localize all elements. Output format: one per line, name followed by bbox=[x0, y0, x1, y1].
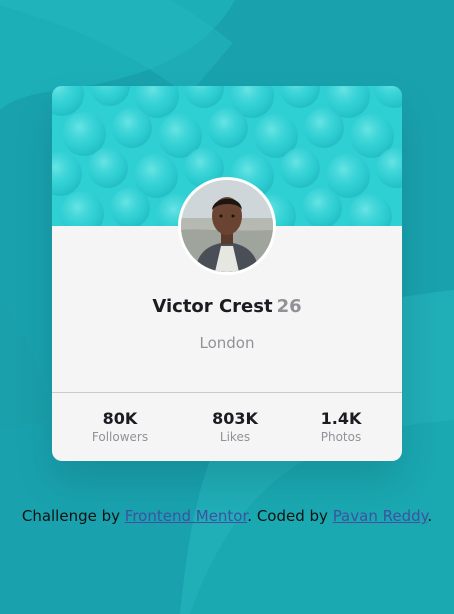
stat-label: Followers bbox=[91, 430, 149, 444]
stat-value: 80K bbox=[102, 409, 138, 428]
avatar bbox=[178, 177, 276, 275]
profile-name-row: Victor Crest 26 bbox=[52, 296, 402, 317]
author-link[interactable]: Pavan Reddy bbox=[333, 507, 428, 525]
profile-photo bbox=[181, 180, 273, 272]
stat-value: 803K bbox=[212, 409, 258, 428]
attribution: Challenge by Frontend Mentor. Coded by P… bbox=[0, 507, 454, 525]
frontend-mentor-link[interactable]: Frontend Mentor bbox=[125, 507, 248, 525]
profile-name: Victor Crest bbox=[152, 296, 273, 317]
stat-value: 1.4K bbox=[320, 409, 362, 428]
profile-location: London bbox=[199, 334, 255, 352]
card-divider bbox=[52, 392, 402, 393]
stats-row: 80K Followers 803K Likes 1.4K Photos bbox=[52, 409, 402, 453]
attribution-prefix: Challenge by bbox=[21, 507, 125, 525]
stat-likes: 803K Likes bbox=[180, 409, 290, 444]
stat-photos: 1.4K Photos bbox=[286, 409, 396, 444]
stat-label: Likes bbox=[219, 430, 251, 444]
stat-label: Photos bbox=[320, 430, 362, 444]
profile-card: Victor Crest 26 London 80K Followers 803K… bbox=[52, 86, 402, 461]
stat-followers: 80K Followers bbox=[65, 409, 175, 444]
profile-age: 26 bbox=[276, 296, 302, 317]
attribution-middle: . Coded by bbox=[247, 507, 333, 525]
attribution-suffix: . bbox=[427, 507, 433, 525]
